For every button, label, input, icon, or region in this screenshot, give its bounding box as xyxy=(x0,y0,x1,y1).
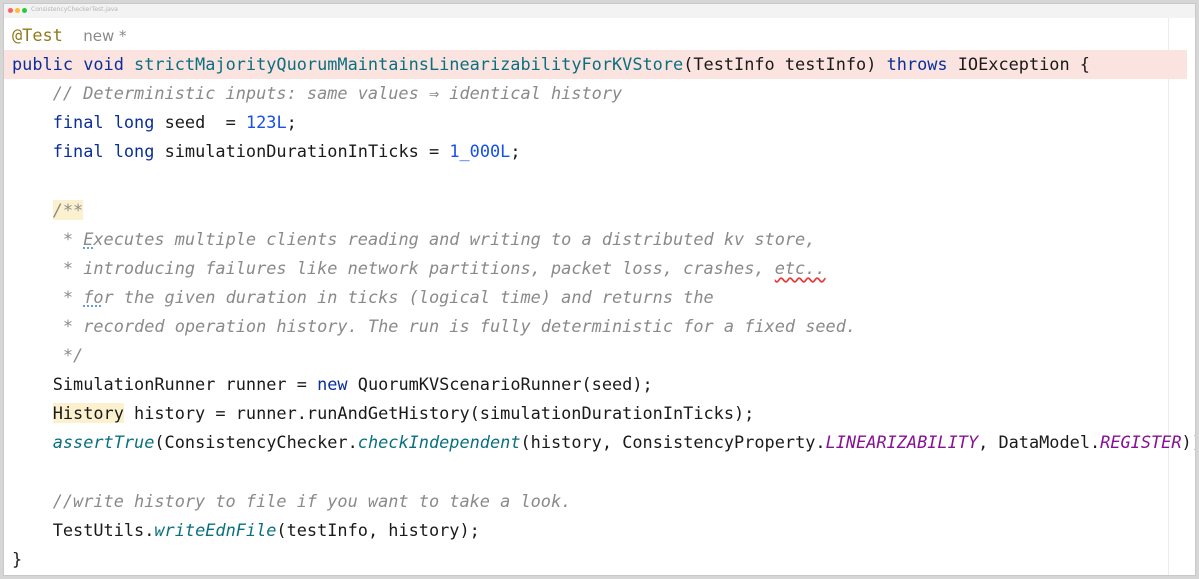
javadoc-open: /** xyxy=(52,199,84,220)
assert-true-call[interactable]: assertTrue xyxy=(53,432,155,452)
keyword-final: final xyxy=(52,141,104,162)
seed-value: 123L xyxy=(245,112,287,133)
code-line-javadoc-3: * for the given duration in ticks (logic… xyxy=(12,283,1195,312)
code-line-seed: final long seed = 123L; xyxy=(52,112,297,133)
assert-args-2: , DataModel. xyxy=(978,432,1101,453)
comment-deterministic: // Deterministic inputs: same values ⇒ i… xyxy=(52,83,623,104)
code-line-annotation: @Test new * xyxy=(12,21,1195,50)
code-line-comment-deterministic: // Deterministic inputs: same values ⇒ i… xyxy=(12,79,1195,108)
runner-initializer: QuorumKVScenarioRunner(seed); xyxy=(347,374,653,395)
assert-args: (history, ConsistencyProperty. xyxy=(520,432,826,453)
code-line-javadoc-close: */ xyxy=(12,341,1195,370)
history-type[interactable]: History xyxy=(52,403,124,424)
assert-class: (ConsistencyChecker. xyxy=(154,432,358,453)
javadoc-star: * xyxy=(62,257,74,278)
zoom-window-button[interactable] xyxy=(22,8,27,13)
comment-write-history: //write history to file if you want to t… xyxy=(52,490,572,511)
javadoc-typo-hint[interactable]: E xyxy=(83,229,93,249)
check-independent-call[interactable]: checkIndependent xyxy=(358,432,521,452)
duration-value: 1_000L xyxy=(449,141,511,162)
seed-declaration: seed = xyxy=(164,112,246,133)
code-line-duration: final long simulationDurationInTicks = 1… xyxy=(52,141,521,162)
testutils-class: TestUtils. xyxy=(52,519,155,540)
code-line-javadoc-4: * recorded operation history. The run is… xyxy=(12,312,1195,341)
code-line-comment-write: //write history to file if you want to t… xyxy=(12,487,1195,516)
method-params: (TestInfo testInfo) xyxy=(683,54,877,75)
javadoc-close: */ xyxy=(62,345,84,366)
javadoc-star: * xyxy=(62,228,74,249)
keyword-throws: throws xyxy=(886,54,948,75)
keyword-final: final xyxy=(52,112,104,133)
keyword-new: new xyxy=(317,374,348,395)
file-tab-title: ConsistencyCheckerTest.java xyxy=(31,6,118,13)
new-usage-hint[interactable]: new * xyxy=(83,27,126,45)
assert-end: )); xyxy=(1181,432,1195,453)
register-constant: REGISTER xyxy=(1100,432,1182,453)
keyword-long: long xyxy=(113,141,155,162)
code-line-method-signature: public void strictMajorityQuorumMaintain… xyxy=(4,50,1187,80)
javadoc-text-2: introducing failures like network partit… xyxy=(83,257,775,278)
code-line-runner: SimulationRunner runner = new QuorumKVSc… xyxy=(12,370,1195,399)
keyword-void: void xyxy=(83,54,124,75)
runner-declaration: SimulationRunner runner = xyxy=(52,374,318,395)
title-bar: ConsistencyCheckerTest.java xyxy=(4,4,1195,18)
linearizability-constant: LINEARIZABILITY xyxy=(825,432,979,453)
code-line-javadoc-2: * introducing failures like network part… xyxy=(12,254,1195,283)
method-name[interactable]: strictMajorityQuorumMaintainsLinearizabi… xyxy=(134,54,683,74)
spelling-warning-etc[interactable]: etc.. xyxy=(775,258,826,278)
javadoc-star: * xyxy=(62,315,74,336)
code-line-javadoc-1: * Executes multiple clients reading and … xyxy=(12,225,1195,254)
exception-type: IOException { xyxy=(957,54,1090,75)
code-line-assert: assertTrue(ConsistencyChecker.checkIndep… xyxy=(12,428,1195,457)
keyword-public: public xyxy=(12,54,74,75)
code-line-history: History history = runner.runAndGetHistor… xyxy=(12,399,1195,428)
code-line-write-file: TestUtils.writeEdnFile(testInfo, history… xyxy=(12,516,1195,545)
javadoc-star: * xyxy=(62,286,74,307)
code-line-closing-brace: } xyxy=(12,545,1195,574)
close-window-button[interactable] xyxy=(8,8,13,13)
javadoc-text-3: r the given duration in ticks (logical t… xyxy=(103,286,714,307)
code-line-javadoc-open: /** xyxy=(12,196,1195,225)
javadoc-text-1: xecutes multiple clients reading and wri… xyxy=(93,228,816,249)
javadoc-grammar-hint[interactable]: fo xyxy=(83,287,103,307)
editor-window: ConsistencyCheckerTest.java @Test new * … xyxy=(3,3,1196,576)
closing-brace: } xyxy=(12,548,23,569)
code-editor[interactable]: @Test new * public void strictMajorityQu… xyxy=(4,21,1195,574)
history-assignment: history = runner.runAndGetHistory(simula… xyxy=(123,403,755,424)
duration-declaration: simulationDurationInTicks = xyxy=(164,141,450,162)
minimize-window-button[interactable] xyxy=(15,8,20,13)
write-edn-args: (testInfo, history); xyxy=(276,519,480,540)
write-edn-file-call[interactable]: writeEdnFile xyxy=(154,520,276,540)
keyword-long: long xyxy=(113,112,155,133)
test-annotation: @Test xyxy=(12,25,63,45)
javadoc-text-4: recorded operation history. The run is f… xyxy=(83,315,857,336)
